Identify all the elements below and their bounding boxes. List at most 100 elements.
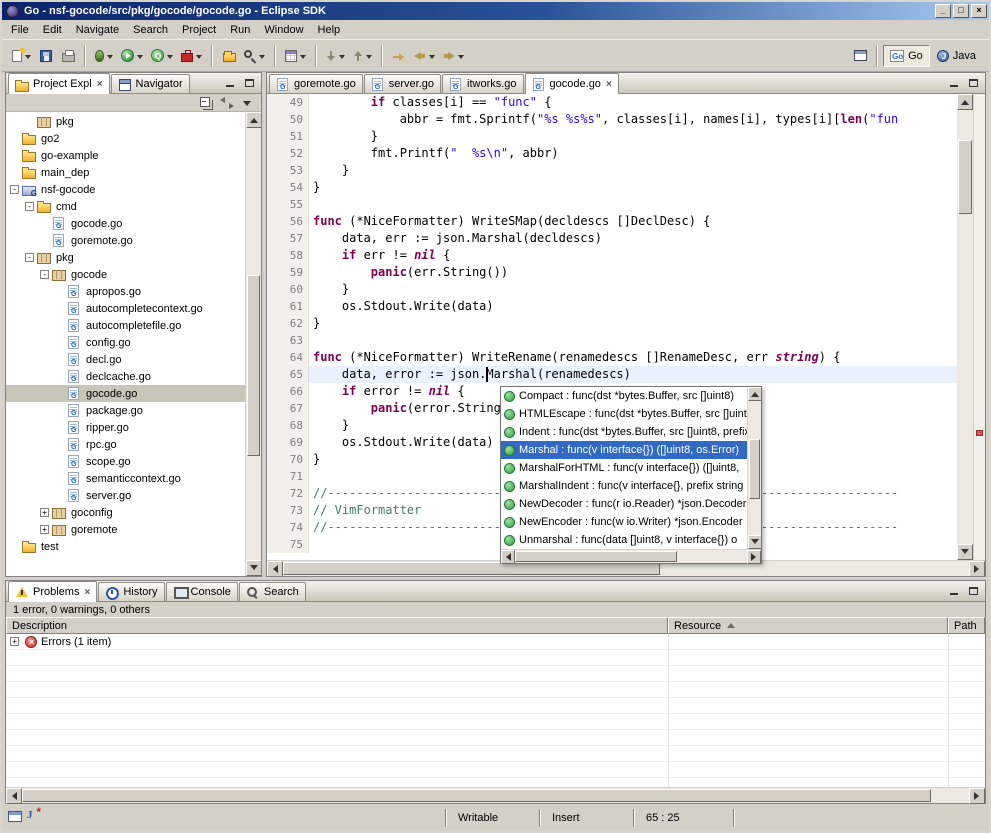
dropdown-arrow-icon[interactable] bbox=[259, 55, 265, 62]
tree-item-scope-go[interactable]: scope.go bbox=[6, 453, 245, 470]
tree-item-pkg[interactable]: pkg bbox=[6, 113, 245, 130]
debug-button[interactable] bbox=[91, 44, 117, 68]
code-line-49[interactable]: 49 if classes[i] == "func" { bbox=[267, 94, 957, 111]
bottom-tab-search[interactable]: Search bbox=[239, 582, 306, 601]
tree-item-server-go[interactable]: server.go bbox=[6, 487, 245, 504]
code-line-52[interactable]: 52 fmt.Printf(" %s\n", abbr) bbox=[267, 145, 957, 162]
code-line-58[interactable]: 58 if err != nil { bbox=[267, 247, 957, 264]
menu-navigate[interactable]: Navigate bbox=[69, 22, 126, 38]
scroll-right-button[interactable] bbox=[969, 788, 985, 804]
close-view-icon[interactable]: × bbox=[84, 587, 90, 598]
menu-file[interactable]: File bbox=[4, 22, 36, 38]
code-line-63[interactable]: 63 bbox=[267, 332, 957, 349]
tree-item-nsf-gocode[interactable]: -nsf-gocode bbox=[6, 181, 245, 198]
code-line-59[interactable]: 59 panic(err.String()) bbox=[267, 264, 957, 281]
code-line-60[interactable]: 60 } bbox=[267, 281, 957, 298]
menu-project[interactable]: Project bbox=[175, 22, 223, 38]
problems-hscrollbar[interactable] bbox=[6, 787, 985, 803]
dropdown-arrow-icon[interactable] bbox=[458, 55, 464, 62]
maximize-window-button[interactable]: □ bbox=[953, 4, 969, 18]
menu-run[interactable]: Run bbox=[223, 22, 257, 38]
column-header-path[interactable]: Path bbox=[948, 617, 985, 634]
scrollbar-track[interactable] bbox=[515, 550, 747, 563]
completion-newdecoder[interactable]: NewDecoder : func(r io.Reader) *json.Dec… bbox=[501, 495, 747, 513]
tree-item-decl-go[interactable]: decl.go bbox=[6, 351, 245, 368]
tree-toggle-icon[interactable]: - bbox=[25, 202, 34, 211]
marker-button[interactable] bbox=[26, 808, 41, 827]
dropdown-arrow-icon[interactable] bbox=[429, 55, 435, 62]
explorer-tab-project-expl[interactable]: Project Expl× bbox=[8, 73, 110, 94]
maximize-view-button[interactable] bbox=[240, 75, 258, 91]
code-line-54[interactable]: 54} bbox=[267, 179, 957, 196]
column-header-description[interactable]: Description bbox=[6, 617, 668, 634]
dropdown-arrow-icon[interactable] bbox=[137, 55, 143, 62]
tree-item-gocode[interactable]: -gocode bbox=[6, 266, 245, 283]
code-line-65[interactable]: 65 data, error := json.Marshal(renamedes… bbox=[267, 366, 957, 383]
prev-annotation-button[interactable] bbox=[349, 44, 376, 68]
close-view-icon[interactable]: × bbox=[97, 79, 103, 90]
last-edit-location-button[interactable] bbox=[388, 44, 410, 68]
code-line-50[interactable]: 50 abbr = fmt.Sprintf("%s %s%s", classes… bbox=[267, 111, 957, 128]
save-button[interactable] bbox=[35, 44, 57, 68]
explorer-scrollbar[interactable] bbox=[245, 112, 261, 576]
editor-tab-gocode-go[interactable]: gocode.go× bbox=[525, 73, 619, 94]
completion-unmarshal[interactable]: Unmarshal : func(data []uint8, v interfa… bbox=[501, 531, 747, 549]
completion-newencoder[interactable]: NewEncoder : func(w io.Writer) *json.Enc… bbox=[501, 513, 747, 531]
scrollbar-track[interactable] bbox=[246, 128, 261, 560]
scrollbar-thumb[interactable] bbox=[958, 140, 972, 214]
menu-window[interactable]: Window bbox=[257, 22, 310, 38]
close-window-button[interactable]: × bbox=[971, 4, 987, 18]
tree-item-autocompletefile-go[interactable]: autocompletefile.go bbox=[6, 317, 245, 334]
tree-item-goremote[interactable]: +goremote bbox=[6, 521, 245, 538]
tree-toggle-icon[interactable]: - bbox=[40, 270, 49, 279]
scrollbar-thumb[interactable] bbox=[749, 439, 760, 499]
tree-item-cmd[interactable]: -cmd bbox=[6, 198, 245, 215]
dropdown-arrow-icon[interactable] bbox=[196, 55, 202, 62]
code-line-56[interactable]: 56func (*NiceFormatter) WriteSMap(declde… bbox=[267, 213, 957, 230]
code-line-57[interactable]: 57 data, err := json.Marshal(decldescs) bbox=[267, 230, 957, 247]
editor-scrollbar[interactable] bbox=[957, 94, 973, 560]
scrollbar-track[interactable] bbox=[957, 110, 973, 544]
editor-tab-itworks-go[interactable]: itworks.go bbox=[442, 74, 524, 93]
dropdown-arrow-icon[interactable] bbox=[339, 55, 345, 62]
dropdown-arrow-icon[interactable] bbox=[300, 55, 306, 62]
completion-marshalindent[interactable]: MarshalIndent : func(v interface{}, pref… bbox=[501, 477, 747, 495]
tree-item-gocode-go[interactable]: gocode.go bbox=[6, 385, 245, 402]
search-button[interactable] bbox=[240, 44, 269, 68]
open-folder-button[interactable] bbox=[218, 44, 240, 68]
minimize-editor-button[interactable] bbox=[945, 75, 963, 91]
dropdown-arrow-icon[interactable] bbox=[167, 55, 173, 62]
print-button[interactable] bbox=[57, 44, 79, 68]
minimize-view-button[interactable] bbox=[945, 583, 963, 599]
tree-item-goconfig[interactable]: +goconfig bbox=[6, 504, 245, 521]
column-header-resource[interactable]: Resource bbox=[668, 617, 948, 634]
dropdown-arrow-icon[interactable] bbox=[366, 55, 372, 62]
code-line-62[interactable]: 62} bbox=[267, 315, 957, 332]
back-button[interactable] bbox=[410, 44, 439, 68]
maximize-editor-button[interactable] bbox=[964, 75, 982, 91]
explorer-tab-navigator[interactable]: Navigator bbox=[111, 74, 190, 93]
tree-item-ripper-go[interactable]: ripper.go bbox=[6, 419, 245, 436]
maximize-view-button[interactable] bbox=[964, 583, 982, 599]
dropdown-arrow-icon[interactable] bbox=[107, 55, 113, 62]
code-line-51[interactable]: 51 } bbox=[267, 128, 957, 145]
run-button[interactable] bbox=[117, 44, 147, 68]
scrollbar-track[interactable] bbox=[22, 788, 969, 803]
scroll-up-button[interactable] bbox=[748, 387, 761, 401]
tree-item-go-example[interactable]: go-example bbox=[6, 147, 245, 164]
collapse-all-button[interactable] bbox=[197, 95, 215, 110]
tree-item-config-go[interactable]: config.go bbox=[6, 334, 245, 351]
scroll-up-button[interactable] bbox=[957, 94, 973, 110]
tree-item-gocode-go[interactable]: gocode.go bbox=[6, 215, 245, 232]
tree-item-rpc-go[interactable]: rpc.go bbox=[6, 436, 245, 453]
completion-marshalforhtml[interactable]: MarshalForHTML : func(v interface{}) ([]… bbox=[501, 459, 747, 477]
scroll-left-button[interactable] bbox=[6, 788, 22, 804]
scroll-down-button[interactable] bbox=[246, 560, 261, 576]
error-group-row[interactable]: + Errors (1 item) bbox=[6, 634, 985, 650]
editor-tab-server-go[interactable]: server.go bbox=[364, 74, 441, 93]
overview-ruler[interactable] bbox=[973, 94, 985, 560]
coverage-button[interactable] bbox=[147, 44, 177, 68]
expand-toggle-icon[interactable]: + bbox=[10, 637, 19, 646]
dropdown-arrow-icon[interactable] bbox=[25, 55, 31, 62]
autocomplete-scrollbar[interactable] bbox=[747, 387, 761, 549]
